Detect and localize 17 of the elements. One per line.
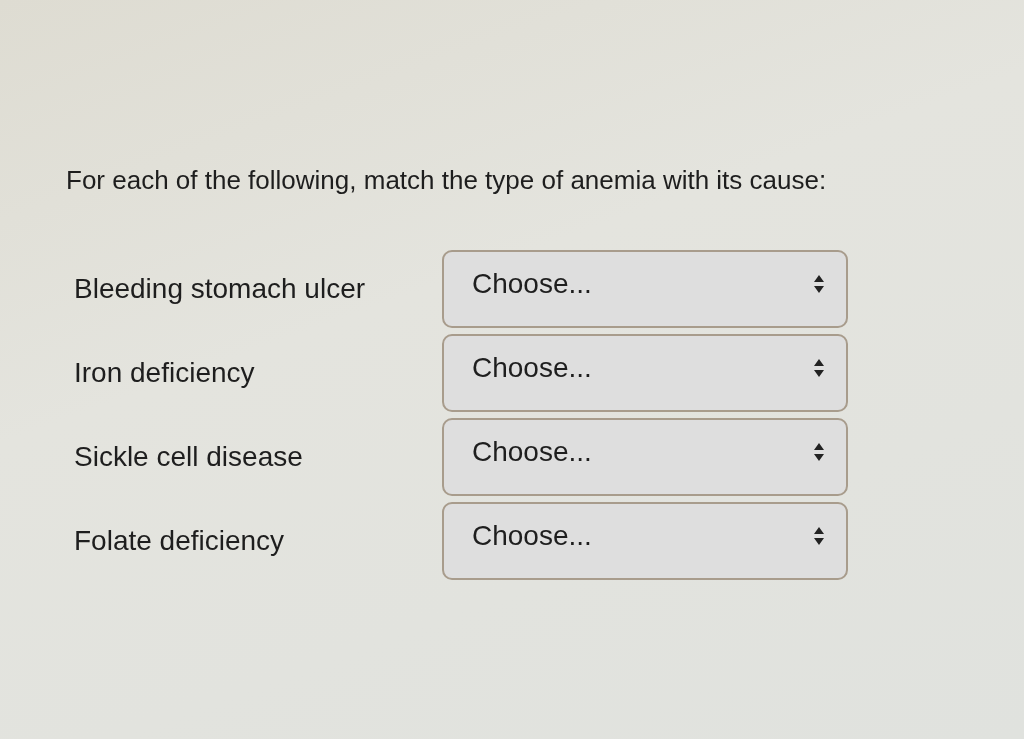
dropdown-value: Choose... xyxy=(472,519,592,553)
dropdown-select[interactable]: Choose... xyxy=(442,250,848,328)
dropdown-value: Choose... xyxy=(472,267,592,301)
up-down-arrows-icon xyxy=(814,275,824,293)
up-down-arrows-icon xyxy=(814,527,824,545)
item-label: Iron deficiency xyxy=(74,356,256,390)
dropdown-select[interactable]: Choose... xyxy=(442,418,848,496)
dropdown-select[interactable]: Choose... xyxy=(442,334,848,412)
up-down-arrows-icon xyxy=(814,359,824,377)
dropdown-value: Choose... xyxy=(472,435,592,469)
item-label: Folate deficiency xyxy=(74,524,286,558)
up-down-arrows-icon xyxy=(814,443,824,461)
dropdown-select[interactable]: Choose... xyxy=(442,502,848,580)
question-text: For each of the following, match the type of anemia with its cause: xyxy=(66,164,828,197)
item-label: Bleeding stomach ulcer xyxy=(74,272,367,306)
item-label: Sickle cell disease xyxy=(74,440,304,474)
dropdown-value: Choose... xyxy=(472,351,592,385)
